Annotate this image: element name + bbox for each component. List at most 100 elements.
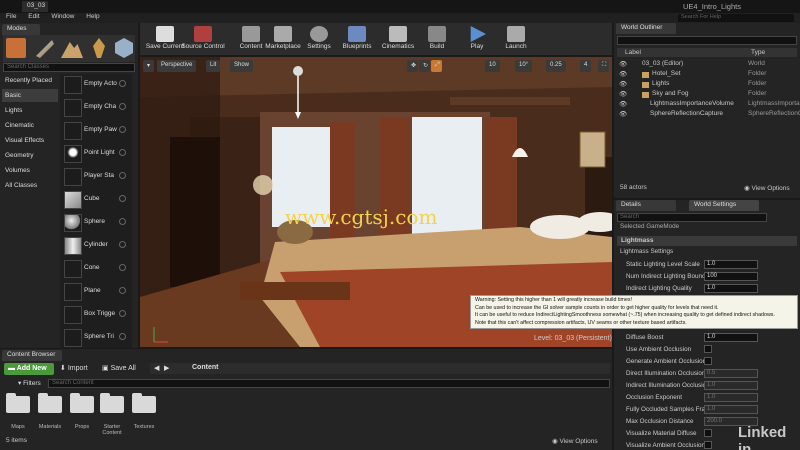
class-empty-character[interactable]: Empty Cha bbox=[62, 97, 128, 119]
category-volumes[interactable]: Volumes bbox=[2, 164, 58, 177]
value-field[interactable]: 1.0 bbox=[704, 393, 758, 402]
add-new-button[interactable]: ▬ Add New bbox=[4, 363, 54, 375]
class-empty-pawn[interactable]: Empty Paw bbox=[62, 120, 128, 142]
geometry-mode-icon[interactable] bbox=[115, 38, 133, 58]
level-tab[interactable]: 03_03 bbox=[22, 1, 48, 12]
help-icon[interactable] bbox=[119, 80, 126, 87]
value-field[interactable]: 0.5 bbox=[704, 369, 758, 378]
folder-icon[interactable] bbox=[6, 393, 30, 413]
foliage-mode-icon[interactable] bbox=[93, 38, 105, 58]
scale-mode-icon[interactable]: ⤢ bbox=[431, 60, 442, 72]
category-recently-placed[interactable]: Recently Placed bbox=[2, 74, 58, 87]
category-all-classes[interactable]: All Classes bbox=[2, 179, 58, 192]
back-icon[interactable]: ◀ bbox=[154, 364, 159, 372]
eye-icon[interactable]: 👁 bbox=[619, 100, 627, 108]
class-player-start[interactable]: Player Sta bbox=[62, 166, 128, 188]
search-content-input[interactable]: Search Content bbox=[48, 379, 610, 388]
outliner-search[interactable] bbox=[617, 36, 797, 45]
launch-button[interactable]: Launch bbox=[491, 24, 541, 54]
save-all-button[interactable]: ▣ Save All bbox=[102, 364, 136, 372]
value-field[interactable]: 1.0 bbox=[704, 333, 758, 342]
world-outliner-tab[interactable]: World Outliner bbox=[616, 23, 676, 34]
lightmass-section[interactable]: Lightmass bbox=[617, 236, 797, 246]
checkbox[interactable] bbox=[704, 429, 712, 437]
help-icon[interactable] bbox=[119, 287, 126, 294]
menu-window[interactable]: Window bbox=[51, 13, 74, 20]
forward-icon[interactable]: ▶ bbox=[164, 364, 169, 372]
eye-icon[interactable]: 👁 bbox=[619, 70, 627, 78]
lightmass-settings-group[interactable]: Lightmass Settings bbox=[620, 248, 673, 255]
rotation-snap-value[interactable]: 10° bbox=[515, 60, 533, 72]
value-field[interactable]: 1.0 bbox=[704, 260, 758, 269]
folder-icon[interactable] bbox=[100, 393, 124, 413]
menu-help[interactable]: Help bbox=[86, 13, 99, 20]
selected-gamemode[interactable]: Selected GameMode bbox=[620, 223, 679, 230]
value-field[interactable]: 1.0 bbox=[704, 405, 758, 414]
world-settings-tab[interactable]: World Settings bbox=[689, 200, 759, 211]
maximize-viewport-icon[interactable]: ⛶ bbox=[598, 60, 609, 72]
breadcrumb-content[interactable]: Content bbox=[192, 364, 218, 371]
class-sphere[interactable]: Sphere bbox=[62, 212, 128, 234]
folder-icon[interactable] bbox=[132, 393, 156, 413]
class-plane[interactable]: Plane bbox=[62, 281, 128, 303]
eye-icon[interactable]: 👁 bbox=[619, 90, 627, 98]
source-control-button[interactable]: Source Control bbox=[178, 24, 228, 54]
eye-icon[interactable]: 👁 bbox=[619, 60, 627, 68]
camera-speed-value[interactable]: 4 bbox=[580, 60, 592, 72]
rotate-mode-icon[interactable]: ↻ bbox=[419, 60, 430, 72]
folder-icon[interactable] bbox=[70, 393, 94, 413]
eye-icon[interactable]: 👁 bbox=[619, 80, 627, 88]
class-cube[interactable]: Cube bbox=[62, 189, 128, 211]
filters-button[interactable]: ▾ Filters bbox=[18, 379, 41, 387]
class-sphere-trigger[interactable]: Sphere Tri bbox=[62, 327, 128, 349]
class-box-trigger[interactable]: Box Trigge bbox=[62, 304, 128, 326]
help-icon[interactable] bbox=[119, 195, 126, 202]
category-visual-effects[interactable]: Visual Effects bbox=[2, 134, 58, 147]
modes-tab[interactable]: Modes bbox=[2, 24, 40, 35]
class-empty-actor[interactable]: Empty Acto bbox=[62, 74, 128, 96]
folder-icon[interactable] bbox=[38, 393, 62, 413]
details-search[interactable]: Search bbox=[617, 213, 767, 222]
value-field[interactable]: 1.0 bbox=[704, 284, 758, 293]
class-cone[interactable]: Cone bbox=[62, 258, 128, 280]
perspective-button[interactable]: Perspective bbox=[157, 60, 197, 72]
help-icon[interactable] bbox=[119, 126, 126, 133]
category-basic[interactable]: Basic bbox=[2, 89, 58, 102]
search-classes-input[interactable]: Search Classes bbox=[3, 63, 135, 72]
show-button[interactable]: Show bbox=[230, 60, 254, 72]
help-icon[interactable] bbox=[119, 241, 126, 248]
class-point-light[interactable]: Point Light bbox=[62, 143, 128, 165]
menu-edit[interactable]: Edit bbox=[28, 13, 39, 20]
help-icon[interactable] bbox=[119, 310, 126, 317]
help-icon[interactable] bbox=[119, 218, 126, 225]
lit-button[interactable]: Lit bbox=[206, 60, 221, 72]
outliner-row[interactable]: 👁 SphereReflectionCapture SphereReflection… bbox=[614, 110, 800, 121]
paint-mode-icon[interactable] bbox=[36, 40, 54, 58]
help-icon[interactable] bbox=[119, 333, 126, 340]
content-view-options[interactable]: ◉ View Options bbox=[552, 437, 598, 445]
checkbox[interactable] bbox=[704, 357, 712, 365]
category-geometry[interactable]: Geometry bbox=[2, 149, 58, 162]
details-tab[interactable]: Details bbox=[616, 200, 676, 211]
help-icon[interactable] bbox=[119, 264, 126, 271]
help-icon[interactable] bbox=[119, 172, 126, 179]
landscape-mode-icon[interactable] bbox=[61, 42, 83, 58]
search-help-input[interactable]: Search For Help bbox=[678, 14, 794, 22]
eye-icon[interactable]: 👁 bbox=[619, 110, 627, 118]
translate-mode-icon[interactable]: ✥ bbox=[407, 60, 418, 72]
content-browser-tab[interactable]: Content Browser bbox=[2, 350, 62, 361]
value-field[interactable]: 100 bbox=[704, 272, 758, 281]
category-lights[interactable]: Lights bbox=[2, 104, 58, 117]
help-icon[interactable] bbox=[119, 103, 126, 110]
import-button[interactable]: ⬇ Import bbox=[60, 364, 88, 372]
checkbox[interactable] bbox=[704, 441, 712, 449]
value-field[interactable]: 1.0 bbox=[704, 381, 758, 390]
outliner-view-options[interactable]: ◉ View Options bbox=[744, 184, 790, 192]
category-cinematic[interactable]: Cinematic bbox=[2, 119, 58, 132]
scale-snap-value[interactable]: 0.25 bbox=[546, 60, 566, 72]
place-mode-icon[interactable] bbox=[6, 38, 26, 58]
menu-file[interactable]: File bbox=[6, 13, 16, 20]
checkbox[interactable] bbox=[704, 345, 712, 353]
help-icon[interactable] bbox=[119, 149, 126, 156]
viewport-options-button[interactable]: ▾ bbox=[143, 60, 155, 72]
